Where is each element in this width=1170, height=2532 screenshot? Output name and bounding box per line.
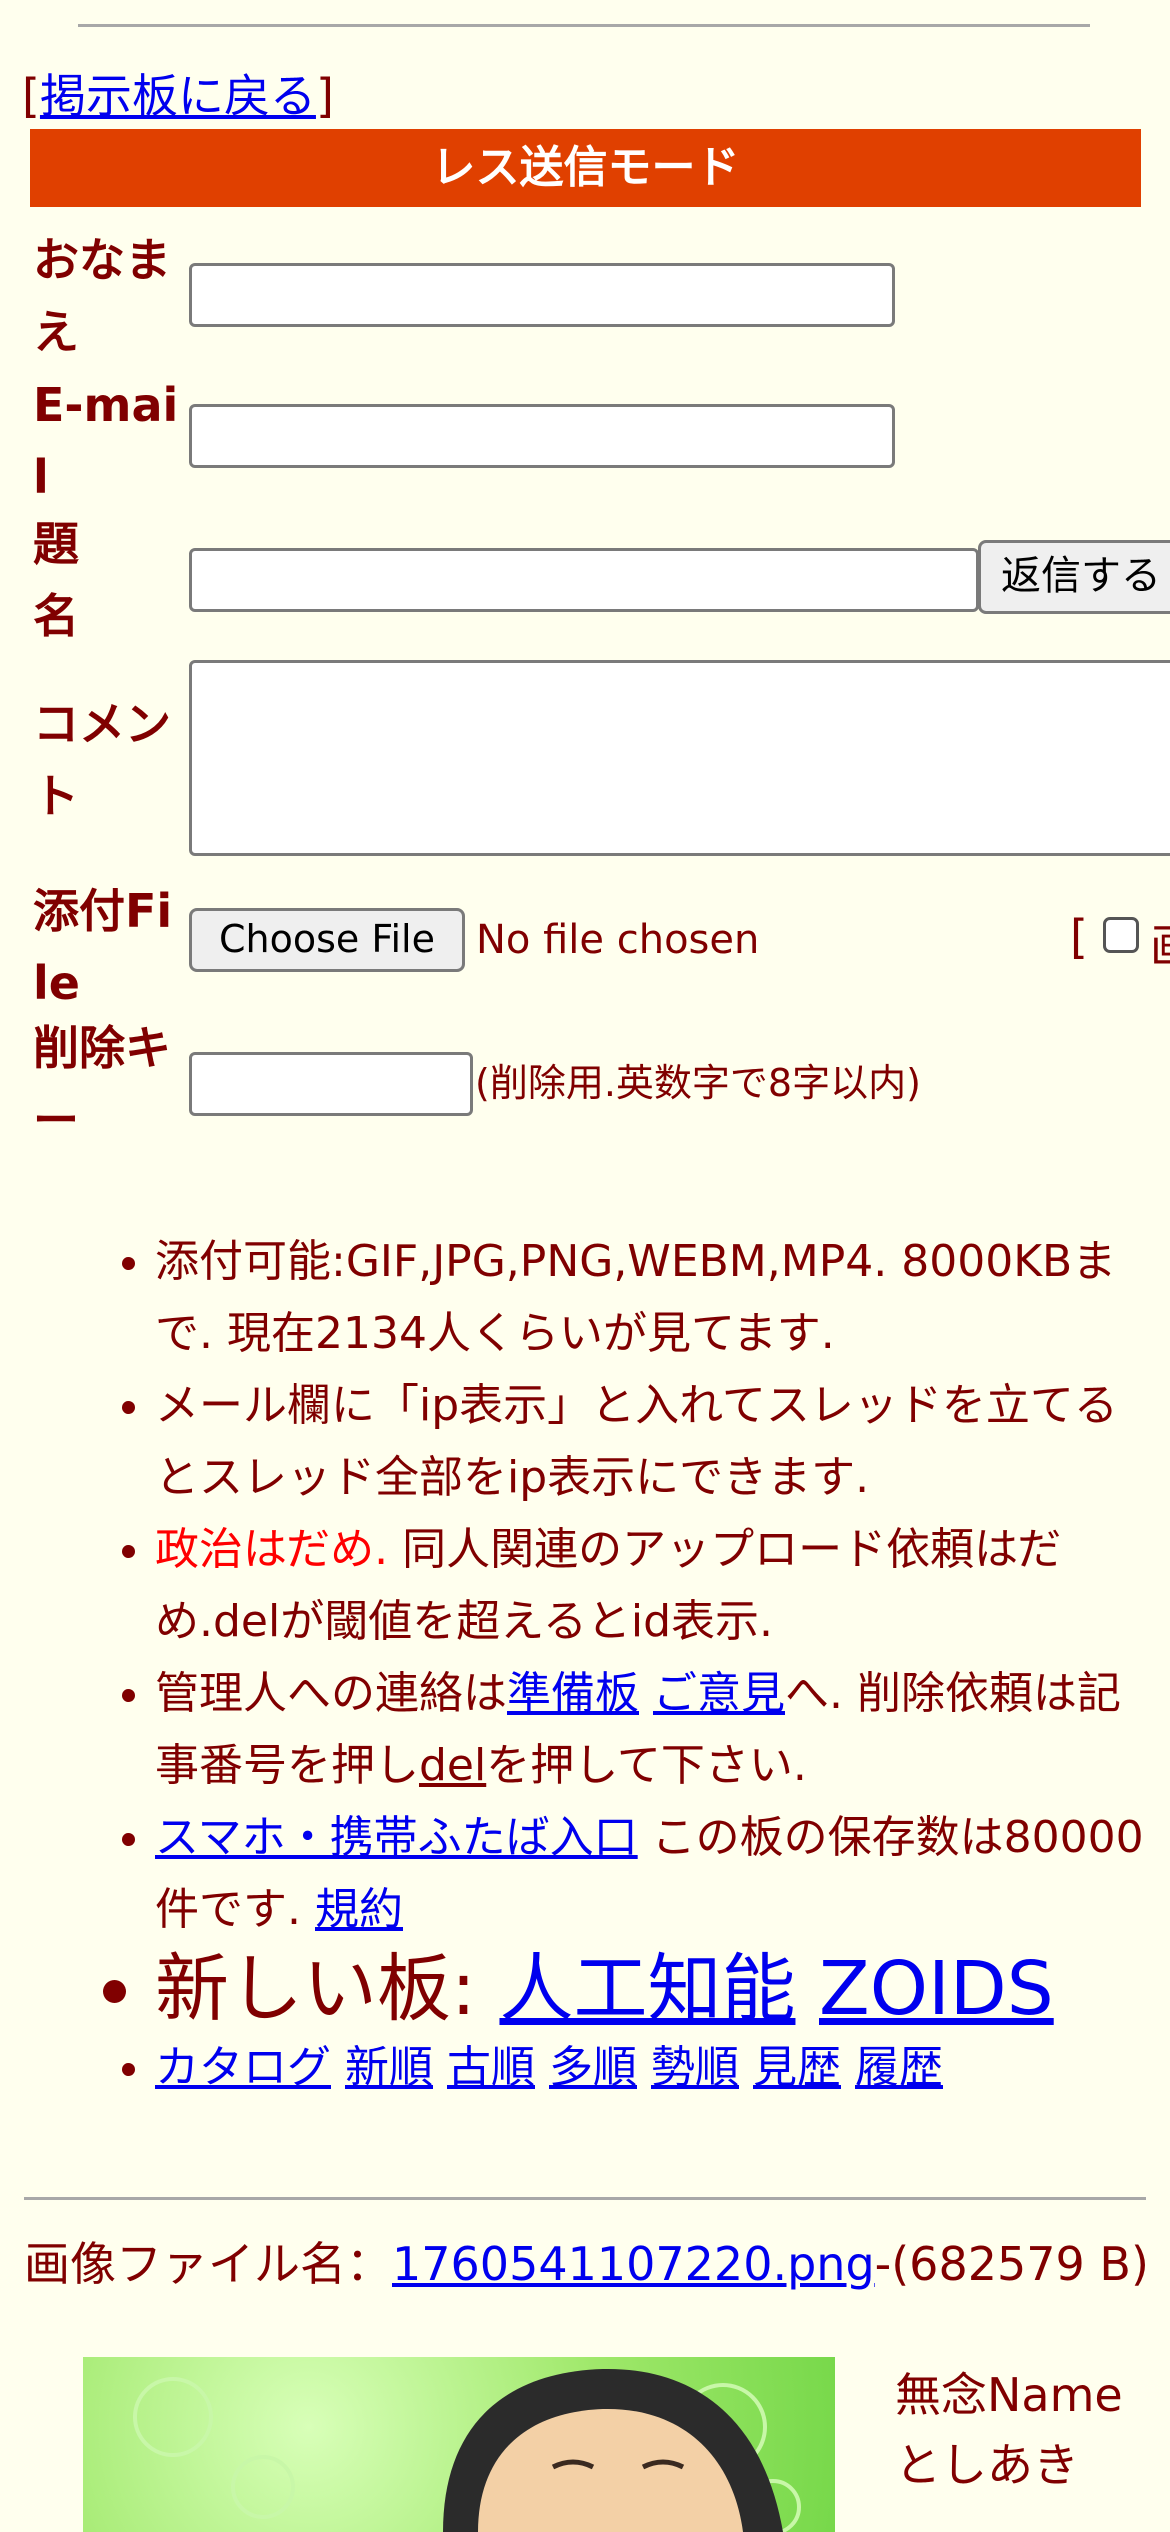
del-link[interactable]: del — [419, 1740, 486, 1791]
name-input[interactable] — [189, 263, 895, 327]
email-label: E-mail — [33, 378, 179, 504]
politics-warning: 政治はだめ. — [155, 1524, 389, 1575]
image-option-checkbox[interactable] — [1103, 917, 1139, 953]
new-board-ai-link[interactable]: 人工知能 — [499, 1946, 795, 2032]
delete-key-note: (削除用.英数字で8字以内) — [475, 1061, 921, 1105]
email-input[interactable] — [189, 404, 895, 468]
image-filename-line: 画像ファイル名：1760541107220.png-(682579 B) — [24, 2237, 1149, 2291]
comment-label: コメント — [33, 697, 171, 823]
sort-newest-link[interactable]: 新順 — [345, 2042, 433, 2093]
subject-label: 題名 — [33, 517, 79, 643]
delete-key-input[interactable] — [189, 1052, 473, 1116]
post-history-link[interactable]: 履歴 — [855, 2042, 943, 2093]
subject-input[interactable] — [189, 548, 979, 612]
rule-attachment: 添付可能:GIF,JPG,PNG,WEBM,MP4. 8000KBまで. 現在2… — [155, 1226, 1150, 1370]
sort-oldest-link[interactable]: 古順 — [447, 2042, 535, 2093]
post-thumbnail-image[interactable] — [83, 2357, 835, 2532]
submit-reply-button[interactable]: 返信する — [978, 540, 1170, 614]
rule-politics: 政治はだめ. 同人関連のアップロード依頼はだめ.delが閾値を超えるとid表示. — [155, 1514, 1150, 1658]
comment-textarea[interactable] — [189, 660, 1170, 856]
new-boards-item: 新しい板: 人工知能 ZOIDS — [155, 1946, 1150, 2032]
mobile-entrance-link[interactable]: スマホ・携帯ふたば入口 — [155, 1812, 638, 1863]
image-option-bracket: [ — [1070, 910, 1088, 964]
reply-mode-header: レス送信モード — [30, 129, 1141, 207]
choose-file-button[interactable]: Choose File — [189, 908, 465, 972]
thumbnail-artwork — [133, 2368, 801, 2532]
image-option-label: 画 — [1150, 910, 1170, 976]
prep-board-link[interactable]: 準備板 — [507, 1668, 639, 1719]
back-to-board-link[interactable]: 掲示板に戻る — [40, 69, 316, 123]
rule-contact: 管理人への連絡は準備板 ご意見へ. 削除依頼は記事番号を押しdelを押して下さい… — [155, 1658, 1150, 1802]
name-label: おなまえ — [33, 233, 171, 359]
new-board-zoids-link[interactable]: ZOIDS — [819, 1946, 1054, 2032]
board-rules-list: 添付可能:GIF,JPG,PNG,WEBM,MP4. 8000KBまで. 現在2… — [0, 1226, 1150, 2104]
sort-links-item: カタログ 新順 古順 多順 勢順 見歴 履歴 — [155, 2032, 1150, 2104]
rule-mobile: スマホ・携帯ふたば入口 この板の保存数は80000件です. 規約 — [155, 1802, 1150, 1946]
poster-info: 無念Name としあき — [895, 2360, 1123, 2500]
back-nav: [掲示板に戻る] — [22, 69, 334, 123]
view-history-link[interactable]: 見歴 — [753, 2042, 841, 2093]
delete-key-label: 削除キー — [33, 1021, 171, 1147]
poster-name-2: としあき — [895, 2438, 1079, 2492]
poster-name: 無念Name — [895, 2368, 1123, 2422]
thread-divider — [24, 2197, 1146, 2200]
image-file-link[interactable]: 1760541107220.png — [392, 2237, 875, 2291]
terms-link[interactable]: 規約 — [315, 1884, 403, 1935]
rule-ip-display: メール欄に「ip表示」と入れてスレッドを立てるとスレッド全部をip表示にできます… — [155, 1370, 1150, 1514]
sort-momentum-link[interactable]: 勢順 — [651, 2042, 739, 2093]
no-file-status: No file chosen — [476, 917, 760, 963]
catalog-link[interactable]: カタログ — [155, 2042, 331, 2093]
top-divider — [78, 24, 1090, 27]
sort-most-link[interactable]: 多順 — [549, 2042, 637, 2093]
feedback-link[interactable]: ご意見 — [653, 1668, 785, 1719]
file-label: 添付File — [33, 884, 173, 1010]
